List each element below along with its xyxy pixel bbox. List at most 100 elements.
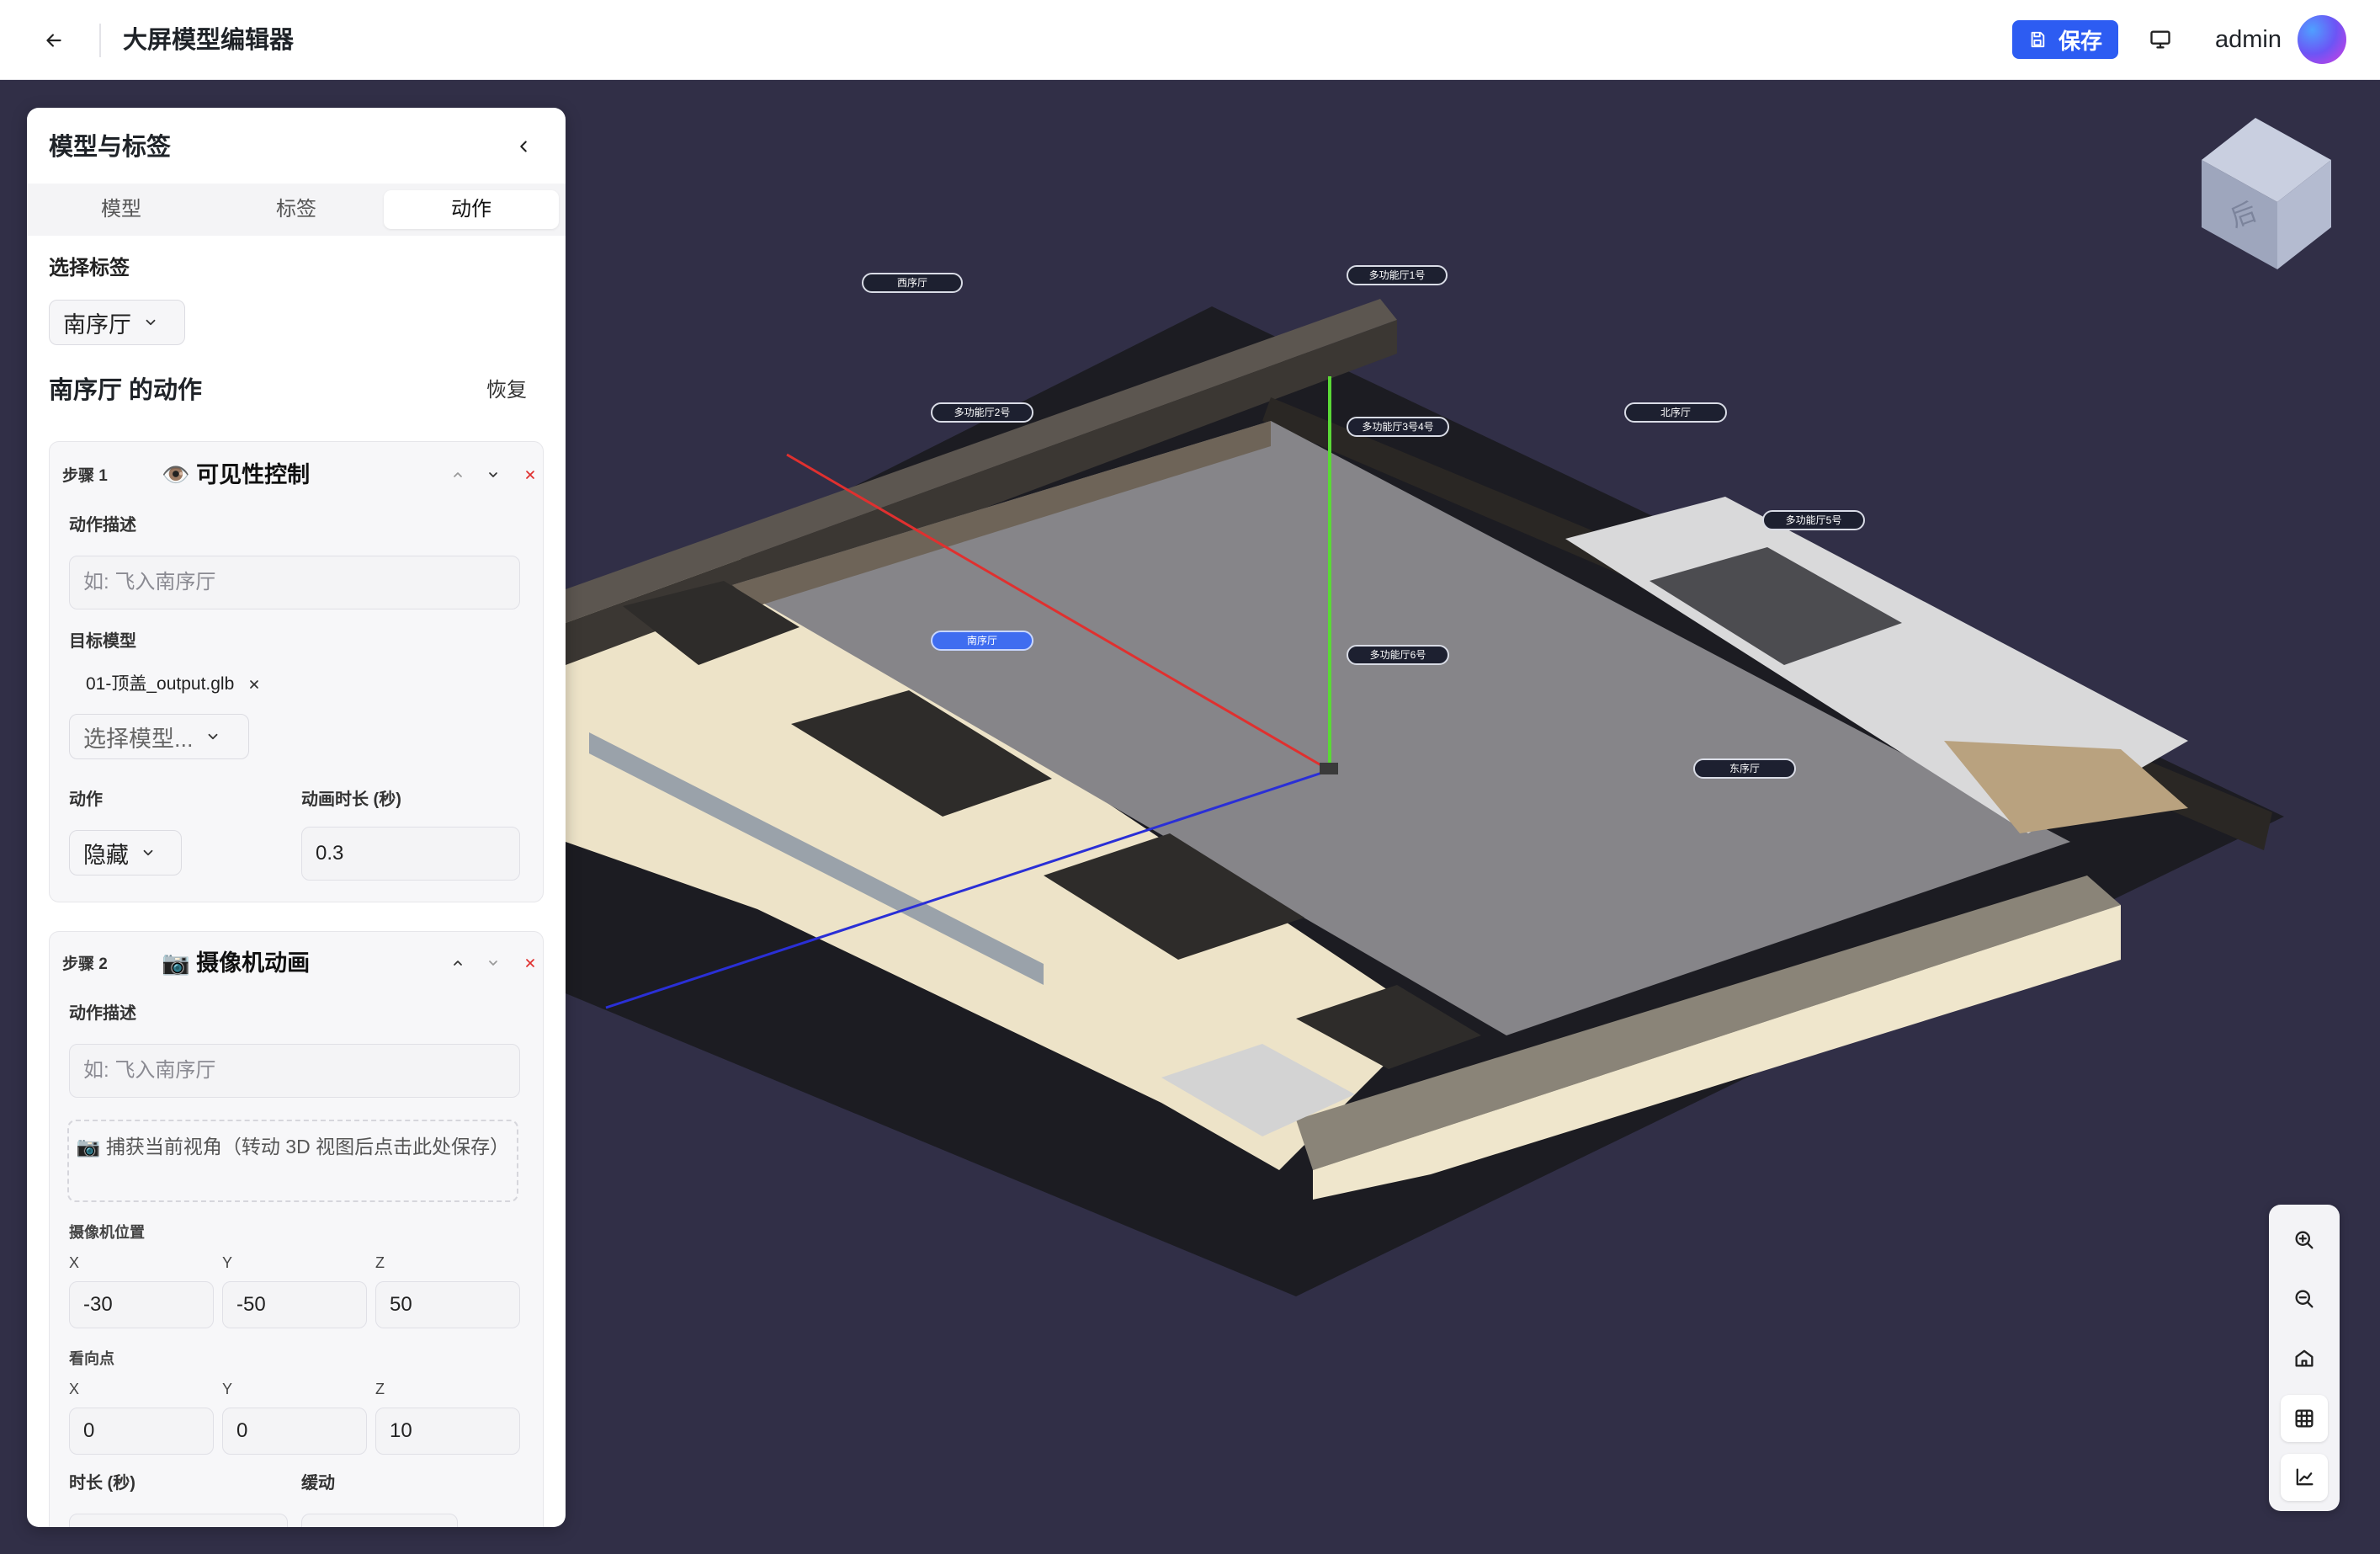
chevron-up-icon xyxy=(454,961,462,966)
scene-tag-hall-6[interactable]: 多功能厅6号 xyxy=(1347,645,1449,665)
view-toolbar xyxy=(2269,1205,2340,1511)
origin-marker xyxy=(1320,763,1338,774)
panel-header: 模型与标签 xyxy=(27,108,566,184)
lookat-x-input[interactable]: 0 xyxy=(69,1408,214,1455)
target-model-chip-label: 01-顶盖_output.glb xyxy=(86,674,235,694)
panel-tabs: 模型 标签 动作 xyxy=(27,184,566,236)
step-1-action-label: 动作 xyxy=(69,790,103,809)
back-button[interactable] xyxy=(34,20,74,61)
header-divider xyxy=(99,24,101,57)
visibility-action-value: 隐藏 xyxy=(83,842,129,868)
home-icon xyxy=(2295,1349,2314,1367)
lookat-y-input[interactable]: 0 xyxy=(222,1408,367,1455)
actions-section-title: 南序厅 的动作 xyxy=(49,377,203,404)
scene-tag-hall-1[interactable]: 多功能厅1号 xyxy=(1347,265,1448,285)
move-step-1-up-button[interactable] xyxy=(446,463,470,487)
step-2-easing-label: 缓动 xyxy=(301,1474,335,1493)
scene-tag-east-hall[interactable]: 东序厅 xyxy=(1693,758,1796,779)
tag-select[interactable]: 南序厅 xyxy=(49,300,185,345)
camera-x-input[interactable]: -30 xyxy=(69,1281,214,1328)
step-1-duration-input[interactable]: 0.3 xyxy=(301,827,520,881)
delete-step-1-button[interactable] xyxy=(518,463,542,487)
step-2-easing-select[interactable] xyxy=(301,1514,458,1527)
zoom-out-icon xyxy=(2295,1290,2314,1308)
lookat-z-input[interactable]: 10 xyxy=(375,1408,520,1455)
target-model-chip: 01-顶盖_output.glb xyxy=(86,672,261,697)
camera-z-input[interactable]: 50 xyxy=(375,1281,520,1328)
top-bar: 大屏模型编辑器 保存 admin xyxy=(0,0,2380,80)
step-2-name: 📷 摄像机动画 xyxy=(162,950,311,976)
grid-icon xyxy=(2295,1409,2314,1428)
save-icon xyxy=(2031,31,2045,48)
save-button-label: 保存 xyxy=(2058,28,2102,54)
step-2-description-input[interactable]: 如: 飞入南序厅 xyxy=(69,1044,520,1098)
tab-models[interactable]: 模型 xyxy=(34,190,209,229)
move-step-1-down-button[interactable] xyxy=(481,463,505,487)
scene-tag-hall-5[interactable]: 多功能厅5号 xyxy=(1762,510,1865,530)
move-step-2-down-button[interactable] xyxy=(481,951,505,975)
tab-tags[interactable]: 标签 xyxy=(209,190,384,229)
visibility-action-select[interactable]: 隐藏 xyxy=(69,830,182,875)
step-1-description-label: 动作描述 xyxy=(69,516,136,535)
username: admin xyxy=(2215,26,2282,53)
step-2-description-label: 动作描述 xyxy=(69,1004,136,1023)
camera-x-label: X xyxy=(69,1254,80,1271)
look-at-label: 看向点 xyxy=(69,1350,114,1367)
preview-screen-button[interactable] xyxy=(2144,24,2176,56)
chevron-down-icon xyxy=(489,472,497,477)
chevron-down-icon xyxy=(143,849,153,856)
step-2-duration-label: 时长 (秒) xyxy=(69,1474,135,1493)
save-button[interactable]: 保存 xyxy=(2012,20,2118,59)
camera-y-label: Y xyxy=(222,1254,233,1271)
panel-body[interactable]: 选择标签 南序厅 南序厅 的动作 恢复 步骤 1 👁️ 可见性控制 动作描述 如… xyxy=(27,236,566,1527)
monitor-icon xyxy=(2150,30,2170,49)
remove-chip-icon[interactable] xyxy=(247,678,261,691)
toggle-axes-button[interactable] xyxy=(2281,1454,2328,1501)
chevron-down-icon xyxy=(146,319,156,326)
panel-title: 模型与标签 xyxy=(49,134,172,161)
capture-view-button[interactable]: 📷 捕获当前视角（转动 3D 视图后点击此处保存） xyxy=(67,1120,518,1202)
close-icon xyxy=(526,959,534,967)
scene-tag-west-hall[interactable]: 西序厅 xyxy=(862,273,963,293)
collapse-panel-button[interactable] xyxy=(508,131,539,162)
close-icon xyxy=(526,471,534,479)
lookat-z-label: Z xyxy=(375,1381,385,1397)
toggle-grid-button[interactable] xyxy=(2281,1395,2328,1442)
chevron-down-icon xyxy=(489,961,497,966)
zoom-in-button[interactable] xyxy=(2281,1216,2328,1264)
zoom-in-icon xyxy=(2295,1231,2314,1249)
scene-tag-hall-3-4[interactable]: 多功能厅3号4号 xyxy=(1347,417,1449,437)
view-cube[interactable]: 后 xyxy=(2197,118,2340,278)
select-tag-label: 选择标签 xyxy=(49,257,130,279)
scene-tag-hall-2[interactable]: 多功能厅2号 xyxy=(931,402,1033,423)
delete-step-2-button[interactable] xyxy=(518,951,542,975)
avatar[interactable] xyxy=(2298,15,2346,64)
scene-tag-south-hall[interactable]: 南序厅 xyxy=(931,631,1033,651)
chevron-left-icon xyxy=(520,141,527,152)
step-1-description-input[interactable]: 如: 飞入南序厅 xyxy=(69,556,520,609)
move-step-2-up-button[interactable] xyxy=(446,951,470,975)
axes-icon xyxy=(2296,1468,2314,1486)
chevron-down-icon xyxy=(208,733,217,740)
tab-actions[interactable]: 动作 xyxy=(384,190,559,229)
camera-position-label: 摄像机位置 xyxy=(69,1224,145,1241)
tag-select-value: 南序厅 xyxy=(63,311,131,338)
step-1-number: 步骤 1 xyxy=(62,467,108,485)
lookat-y-label: Y xyxy=(222,1381,233,1397)
step-1-target-label: 目标模型 xyxy=(69,632,136,651)
step-2-number: 步骤 2 xyxy=(62,955,108,973)
reset-button[interactable]: 恢复 xyxy=(486,375,527,406)
chevron-up-icon xyxy=(454,472,462,477)
reset-view-button[interactable] xyxy=(2281,1334,2328,1381)
scene-tag-north-hall[interactable]: 北序厅 xyxy=(1624,402,1727,423)
model-select[interactable]: 选择模型... xyxy=(69,714,249,759)
step-2-duration-input[interactable] xyxy=(69,1514,288,1527)
step-1-name: 👁️ 可见性控制 xyxy=(162,462,311,487)
step-1-duration-label: 动画时长 (秒) xyxy=(301,790,401,809)
model-select-placeholder: 选择模型... xyxy=(83,726,194,752)
lookat-x-label: X xyxy=(69,1381,80,1397)
model-tag-panel: 模型与标签 模型 标签 动作 选择标签 南序厅 南序厅 的动作 恢复 步骤 1 … xyxy=(27,108,566,1527)
arrow-left-icon xyxy=(46,34,61,47)
camera-y-input[interactable]: -50 xyxy=(222,1281,367,1328)
zoom-out-button[interactable] xyxy=(2281,1275,2328,1322)
